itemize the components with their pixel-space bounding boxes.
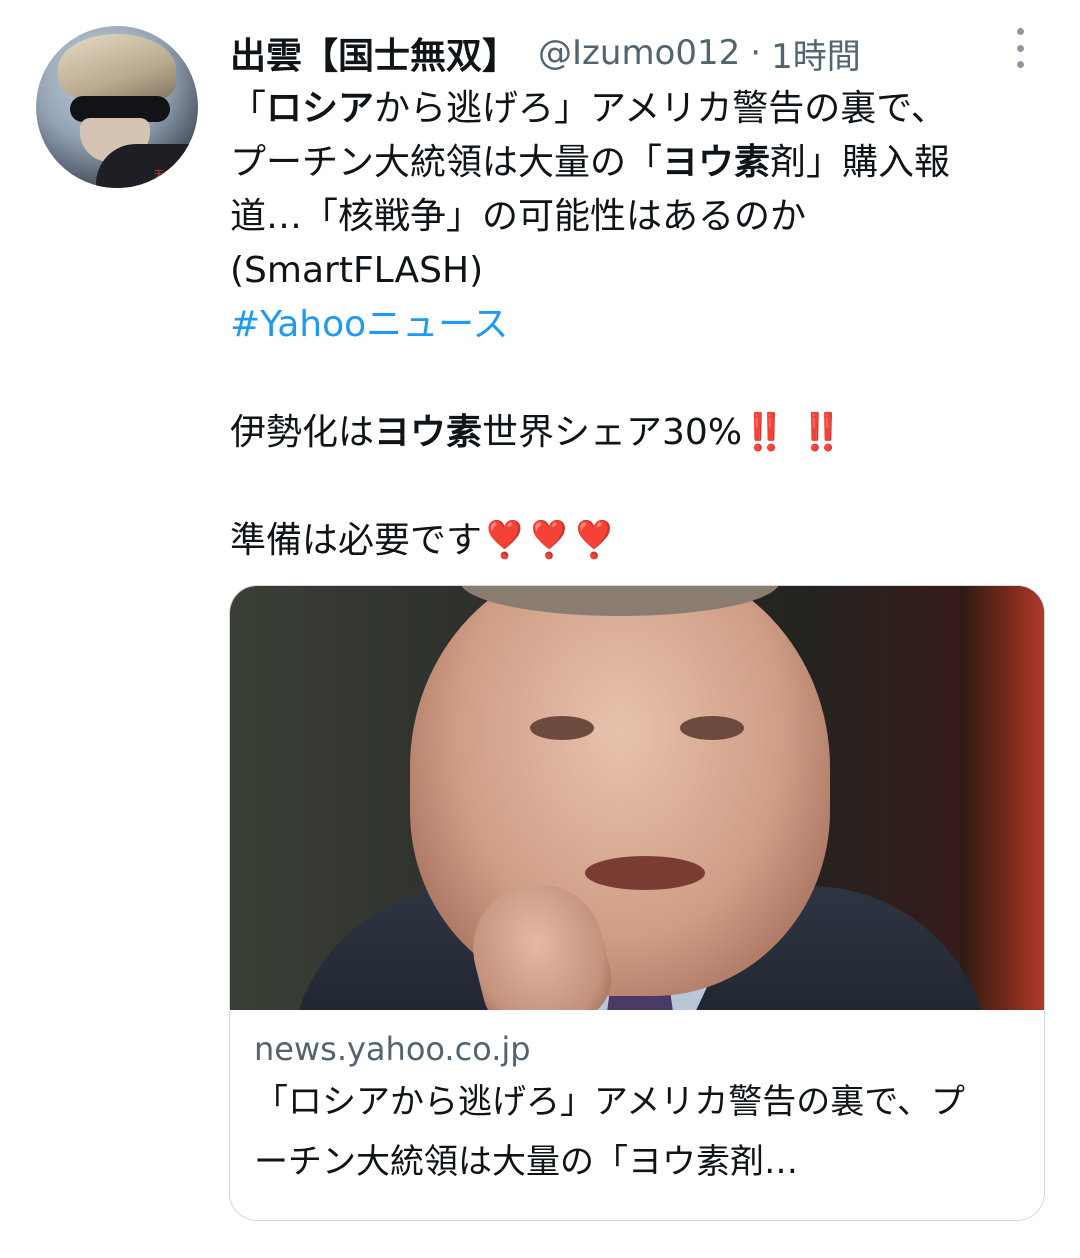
- tweet-line: 伊勢化はヨウ素世界シェア30%‼️ ‼️: [230, 406, 1050, 460]
- text-fragment: 剤」購入報: [770, 142, 951, 183]
- avatar-hair: [58, 34, 176, 104]
- card-image-eye: [530, 716, 594, 740]
- bold-text: ロシア: [266, 88, 375, 129]
- tweet[interactable]: 天衣無縫 出雲【国士無双】 @Izumo012 · 1時間 「ロシアから逃げろ」…: [0, 0, 1080, 1258]
- text-fragment: 伊勢化は: [230, 412, 375, 453]
- card-image[interactable]: [230, 586, 1044, 1010]
- card-image-mouth: [585, 856, 705, 890]
- double-exclamation-emoji: ‼️ ‼️: [742, 412, 845, 453]
- tweet-header: 出雲【国士無双】 @Izumo012 · 1時間: [230, 26, 861, 80]
- more-vertical-icon[interactable]: [1008, 28, 1032, 68]
- user-handle[interactable]: @Izumo012: [538, 33, 740, 73]
- tweet-line: (SmartFLASH): [230, 250, 484, 291]
- card-meta: news.yahoo.co.jp 「ロシアから逃げろ」アメリカ警告の裏で、プーチ…: [254, 1026, 1024, 1192]
- text-fragment: 準備は必要です: [230, 520, 483, 561]
- card-title: 「ロシアから逃げろ」アメリカ警告の裏で、プーチン大統領は大量の「ヨウ素剤…: [254, 1082, 965, 1182]
- bold-text: ヨウ素: [374, 412, 483, 453]
- bold-text: ヨウ素: [662, 142, 771, 183]
- text-fragment: 「: [230, 88, 267, 129]
- hashtag-link[interactable]: #Yahooニュース: [230, 304, 508, 345]
- card-image-head: [410, 586, 830, 996]
- more-dot: [1016, 61, 1024, 68]
- link-card[interactable]: news.yahoo.co.jp 「ロシアから逃げろ」アメリカ警告の裏で、プーチ…: [229, 585, 1045, 1221]
- tweet-timestamp[interactable]: 1時間: [771, 29, 861, 78]
- display-name[interactable]: 出雲【国士無双】: [230, 27, 518, 79]
- avatar[interactable]: 天衣無縫: [36, 26, 198, 188]
- card-image-background: [960, 586, 1044, 1010]
- tweet-line: 道…「核戦争」の可能性はあるのか: [230, 196, 807, 237]
- tweet-line: 「ロシアから逃げろ」アメリカ警告の裏で、: [230, 82, 1050, 136]
- heart-exclamation-emoji: ❣️❣️❣️: [482, 520, 617, 561]
- text-fragment: プーチン大統領は大量の「: [230, 142, 663, 183]
- text-fragment: から逃げろ」アメリカ警告の裏で、: [374, 88, 947, 129]
- card-image-eye: [680, 716, 744, 740]
- more-dot: [1016, 44, 1024, 52]
- tweet-text: 「ロシアから逃げろ」アメリカ警告の裏で、 プーチン大統領は大量の「ヨウ素剤」購入…: [230, 82, 1050, 568]
- card-domain: news.yahoo.co.jp: [254, 1030, 531, 1068]
- text-fragment: 世界シェア30%: [482, 412, 743, 453]
- more-dot: [1016, 28, 1024, 35]
- separator-dot: ·: [750, 33, 762, 73]
- tweet-line: 準備は必要です❣️❣️❣️: [230, 514, 1050, 568]
- avatar-signature: 天衣無縫: [154, 170, 194, 181]
- tweet-line: プーチン大統領は大量の「ヨウ素剤」購入報: [230, 136, 1050, 190]
